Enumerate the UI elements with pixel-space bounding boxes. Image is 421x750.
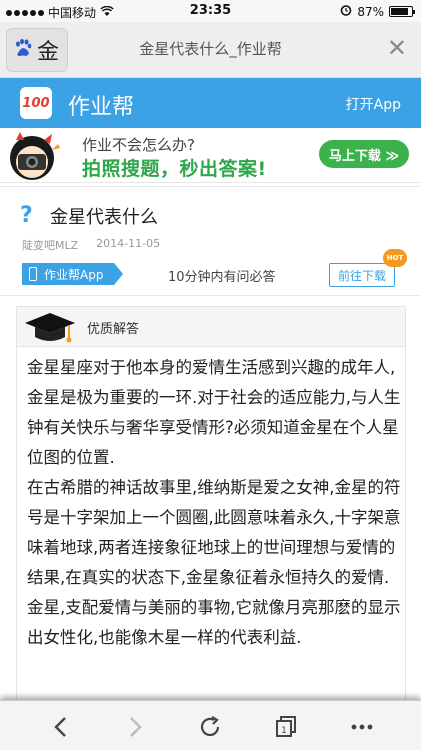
phone-icon	[29, 267, 37, 281]
battery-percent: 87%	[357, 4, 384, 19]
download-now-button[interactable]: 马上下载 ≫	[319, 140, 409, 168]
refresh-icon[interactable]	[196, 713, 224, 741]
browser-tab-bar: 金 金星代表什么_作业帮 ✕	[0, 22, 421, 78]
question-card: ? 金星代表什么 陡变吧MLZ 2014-11-05 作业帮App 10分钟内有…	[0, 186, 421, 296]
go-download-button[interactable]: 前往下载	[329, 263, 395, 287]
answer-paragraph: 金星,支配爱情与美丽的事物,它就像月亮那麽的显示出女性化,也能像木星一样的代表利…	[27, 598, 401, 647]
question-meta: 陡变吧MLZ 2014-11-05	[22, 237, 160, 253]
answer-body: 金星星座对于他本身的爱情生活感到兴趣的成年人,金星是极为重要的一环.对于社会的适…	[27, 353, 401, 653]
question-title: 金星代表什么	[50, 207, 158, 228]
tab-count: 1	[281, 726, 287, 736]
graduation-cap-icon	[25, 313, 75, 343]
alarm-icon	[340, 4, 352, 19]
more-icon[interactable]	[348, 713, 376, 741]
question-user[interactable]: 陡变吧MLZ	[22, 237, 78, 253]
page-title: 金星代表什么_作业帮	[139, 40, 282, 58]
battery-icon	[389, 6, 415, 17]
hot-badge: HOT	[383, 249, 407, 267]
banner-tagline: 作业不会怎么办?	[82, 136, 195, 154]
answer-header: 优质解答	[17, 307, 405, 347]
answer-paragraph: 金星星座对于他本身的爱情生活感到兴趣的成年人,金星是极为重要的一环.对于社会的适…	[27, 358, 401, 467]
battery-info: 87%	[340, 4, 415, 19]
app-tag-button[interactable]: 作业帮App	[22, 263, 123, 285]
answer-section: 优质解答 金星星座对于他本身的爱情生活感到兴趣的成年人,金星是极为重要的一环.对…	[16, 306, 406, 750]
close-tab-icon[interactable]: ✕	[387, 34, 407, 62]
back-icon[interactable]	[46, 713, 74, 741]
question-mark-icon: ?	[20, 203, 33, 228]
answer-label: 优质解答	[87, 322, 140, 337]
tabs-icon[interactable]: 1	[272, 713, 300, 741]
app-logo: 100	[20, 87, 52, 119]
app-name: 作业帮	[68, 95, 135, 120]
browser-toolbar: 1	[0, 700, 421, 750]
status-bar: 中国移动 23:35 87%	[0, 0, 421, 22]
banner-headline: 拍照搜题，秒出答案!	[82, 158, 267, 180]
cartoon-mascot-icon	[10, 132, 60, 180]
forward-icon[interactable]	[122, 713, 150, 741]
app-tag-label: 作业帮App	[44, 267, 104, 282]
download-banner[interactable]: 作业不会怎么办? 拍照搜题，秒出答案! 马上下载 ≫	[0, 128, 421, 183]
open-app-link[interactable]: 打开App	[346, 94, 401, 114]
question-date: 2014-11-05	[96, 237, 161, 250]
answer-paragraph: 在古希腊的神话故事里,维纳斯是爱之女神,金星的符号是十字架加上一个圆圈,此圆意味…	[27, 478, 401, 587]
app-header: 100 作业帮 打开App	[0, 78, 421, 128]
answer-promise: 10分钟内有问必答	[168, 270, 276, 285]
